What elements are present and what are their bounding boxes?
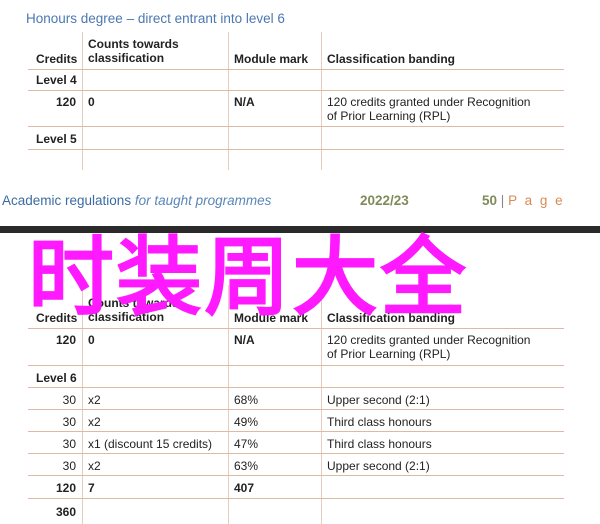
row-counts: x2 <box>88 393 101 407</box>
row-rule <box>28 498 564 499</box>
total-counts: 7 <box>88 481 95 495</box>
header-credits: Credits <box>36 52 78 66</box>
row-rule <box>28 453 564 454</box>
page-separator: | <box>500 193 505 208</box>
overlay-title: 时装周大全 <box>28 228 468 328</box>
footer-title-sub: for taught programmes <box>134 193 272 208</box>
row-counts: 0 <box>88 333 95 347</box>
row-mark: N/A <box>234 95 255 109</box>
row-rule <box>28 126 564 127</box>
page-number: 50 <box>482 193 498 208</box>
row-credits: 30 <box>62 415 76 429</box>
row-mark: N/A <box>234 333 255 347</box>
row-credits: 30 <box>62 393 76 407</box>
row-mark: 49% <box>234 415 259 429</box>
header-rule <box>28 328 564 329</box>
row-banding: Upper second (2:1) <box>327 393 430 407</box>
row-banding: Upper second (2:1) <box>327 459 430 473</box>
row-banding: Third class honours <box>327 437 432 451</box>
row-rule <box>28 387 564 388</box>
header-banding: Classification banding <box>327 52 456 66</box>
row-rule <box>28 90 564 91</box>
level-6-label: Level 6 <box>36 371 77 385</box>
grand-total-credits: 360 <box>55 505 76 519</box>
total-credits: 120 <box>55 481 76 495</box>
level-4-label: Level 4 <box>36 73 77 87</box>
row-credits: 120 <box>55 95 76 109</box>
row-rule <box>28 475 564 476</box>
header-rule <box>28 69 564 70</box>
row-counts: x1 (discount 15 credits) <box>88 437 213 451</box>
page-word: P a g e <box>508 193 565 208</box>
row-credits: 30 <box>62 437 76 451</box>
header-counts: Counts towards classification <box>88 37 179 65</box>
row-banding: 120 credits granted under Recognition of… <box>327 333 530 361</box>
row-rule <box>28 409 564 410</box>
row-mark: 47% <box>234 437 259 451</box>
row-rule <box>28 365 564 366</box>
row-banding-line1: 120 credits granted under Recognition <box>327 95 531 109</box>
row-counts: x2 <box>88 459 101 473</box>
row-mark: 63% <box>234 459 259 473</box>
header-counts-line1: Counts towards <box>88 37 179 51</box>
row-credits: 30 <box>62 459 76 473</box>
footer-title-main: Academic regulations <box>2 193 132 208</box>
row-banding-line2: of Prior Learning (RPL) <box>327 347 451 361</box>
row-banding-line2: of Prior Learning (RPL) <box>327 109 451 123</box>
header-module-mark: Module mark <box>234 52 309 66</box>
row-counts: 0 <box>88 95 95 109</box>
row-banding: 120 credits granted under Recognition of… <box>327 95 530 123</box>
header-counts-line2: classification <box>88 51 165 65</box>
row-banding-line1: 120 credits granted under Recognition <box>327 333 531 347</box>
row-rule <box>28 149 564 150</box>
total-mark: 407 <box>234 481 255 495</box>
footer-title: Academic regulations for taught programm… <box>2 193 271 208</box>
row-credits: 120 <box>55 333 76 347</box>
section-heading: Honours degree – direct entrant into lev… <box>26 11 285 26</box>
row-banding: Third class honours <box>327 415 432 429</box>
row-rule <box>28 431 564 432</box>
footer-page: 50 | P a g e <box>482 193 565 208</box>
row-mark: 68% <box>234 393 259 407</box>
row-counts: x2 <box>88 415 101 429</box>
column-divider <box>321 32 322 172</box>
footer-year: 2022/23 <box>360 193 409 208</box>
column-divider <box>228 32 229 172</box>
level-5-label: Level 5 <box>36 132 77 146</box>
column-divider <box>82 32 83 172</box>
